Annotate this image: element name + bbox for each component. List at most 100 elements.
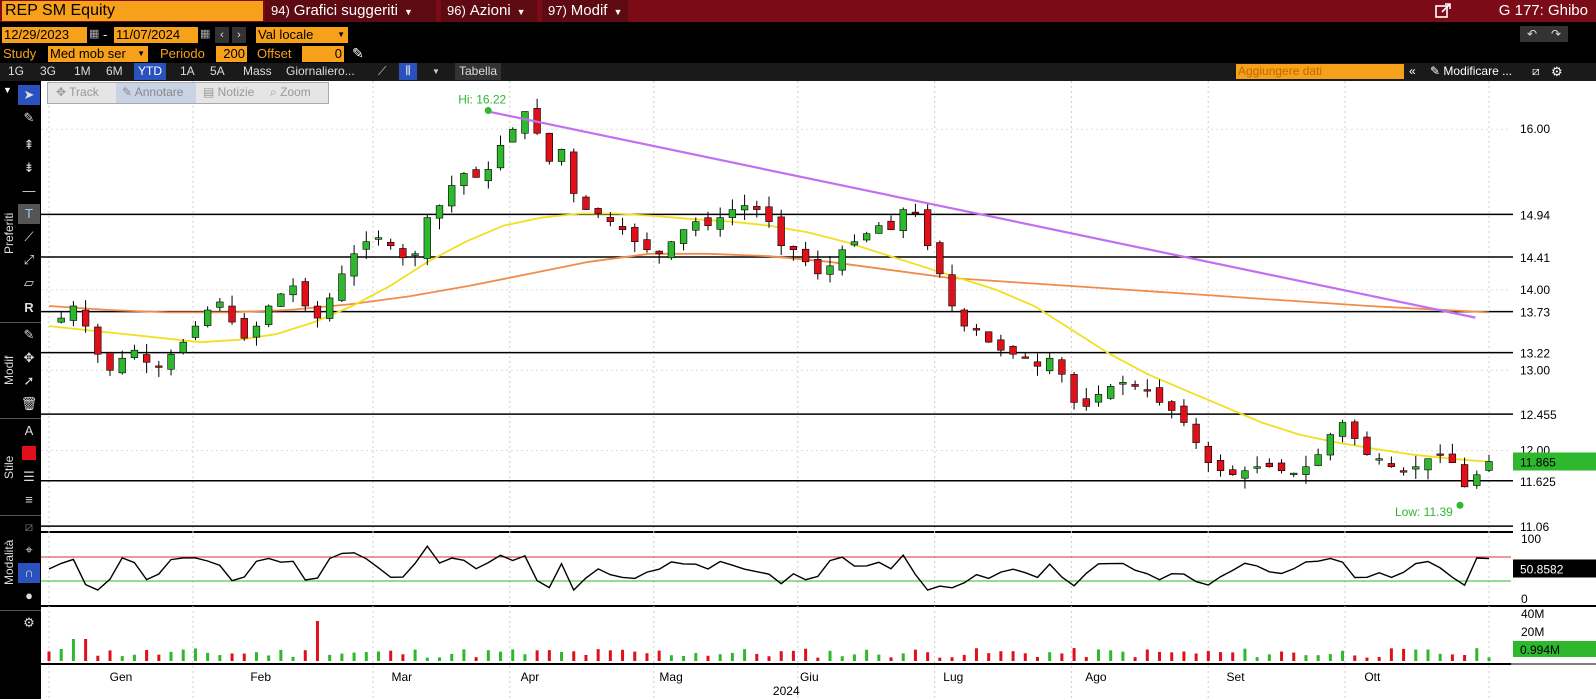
month-label: Apr <box>521 670 540 684</box>
chevron-down-icon: ▼ <box>404 7 413 17</box>
pencil-icon[interactable]: ✎ <box>352 45 364 62</box>
menu-actions[interactable]: 96) Azioni ▼ <box>441 0 537 22</box>
tab-daily[interactable]: Giornaliero... <box>282 63 359 80</box>
annotate-button[interactable]: ✎ Annotare <box>122 85 183 99</box>
redo-icon[interactable]: ↷ <box>1544 26 1568 42</box>
line-style-icon[interactable]: ≡ <box>18 490 40 510</box>
calendar-icon[interactable]: ▦ <box>200 27 210 40</box>
gear-icon[interactable]: ⚙ <box>1551 63 1563 80</box>
volume-bar <box>1402 648 1406 661</box>
color-swatch-icon[interactable] <box>22 446 36 460</box>
edit-icon[interactable]: ✎ <box>18 325 40 345</box>
toolbar-divider <box>0 610 41 611</box>
period-input[interactable]: 200 <box>216 46 247 62</box>
volume-bar <box>950 657 954 661</box>
cursor-icon[interactable]: ➤ <box>18 85 40 105</box>
draw-line-icon[interactable]: ✎ <box>18 108 40 128</box>
offset-input[interactable]: 0 <box>302 46 344 62</box>
palette-icon[interactable]: ● <box>18 586 40 606</box>
volume-bar <box>1304 655 1308 661</box>
regression-icon[interactable]: R <box>18 298 40 318</box>
volume-bar <box>974 648 978 661</box>
currency-select[interactable]: Val locale ▼ <box>256 27 348 43</box>
next-period-button[interactable]: › <box>232 27 246 43</box>
volume-bar <box>279 649 283 661</box>
volume-bar <box>145 649 149 661</box>
candle-up <box>716 217 724 230</box>
candle-down <box>1265 462 1273 468</box>
start-date-input[interactable]: 12/29/2023 <box>2 27 87 43</box>
tab-1m[interactable]: 1M <box>70 63 95 80</box>
candle-down <box>1058 359 1066 375</box>
popout-icon[interactable] <box>1435 3 1451 19</box>
tab-6m[interactable]: 6M <box>102 63 127 80</box>
volume-bar <box>938 657 942 661</box>
candle-down <box>570 151 578 194</box>
price-tick-label: 13.00 <box>1520 363 1550 377</box>
tab-1a[interactable]: 1A <box>176 63 199 80</box>
menu-modify[interactable]: 97) Modif ▼ <box>542 0 628 22</box>
favorites-label: Preferiti <box>2 212 16 254</box>
candle-up <box>521 111 529 134</box>
menu-suggested-charts[interactable]: 94) Grafici suggeriti ▼ <box>265 0 436 22</box>
candlestick-icon[interactable]: ⫼ <box>399 63 417 80</box>
horizontal-line-icon[interactable]: — <box>18 181 40 201</box>
end-date-input[interactable]: 11/07/2024 <box>114 27 198 43</box>
chevron-down-icon[interactable]: ▼ <box>3 85 12 95</box>
candle-down <box>1155 387 1164 403</box>
modify-button[interactable]: ✎ Modificare ... <box>1430 63 1512 80</box>
volume-bar <box>1341 650 1345 661</box>
add-data-input[interactable]: Aggiungere dati <box>1236 64 1404 79</box>
line-chart-icon[interactable]: ⟋ <box>378 63 386 80</box>
text-icon[interactable]: T <box>18 204 40 224</box>
trash-icon[interactable]: 🗑 <box>18 394 40 414</box>
level-label: 11.625 <box>1520 475 1556 489</box>
candle-down <box>704 217 712 226</box>
tab-3g[interactable]: 3G <box>36 63 60 80</box>
fib-ext-icon[interactable]: ⇟ <box>18 158 40 178</box>
select-icon[interactable]: ➚ <box>18 371 40 391</box>
font-icon[interactable]: A <box>18 421 40 441</box>
candle-down <box>472 169 480 178</box>
edit-box-icon[interactable]: ⧄ <box>1532 63 1540 80</box>
move-icon[interactable]: ✥ <box>18 348 40 368</box>
candle-up <box>740 205 749 211</box>
zoom-button[interactable]: ⌕ Zoom <box>270 85 311 100</box>
crosshair-icon[interactable]: ⌖ <box>18 540 40 560</box>
collapse-icon[interactable]: « <box>1409 63 1416 80</box>
calendar-icon[interactable]: ▦ <box>89 27 99 40</box>
tab-ytd[interactable]: YTD <box>134 63 166 80</box>
line-weight-icon[interactable]: ☰ <box>18 467 40 487</box>
settings-gear-icon[interactable]: ⚙ <box>18 613 40 633</box>
tab-1g[interactable]: 1G <box>4 63 28 80</box>
magnet-icon[interactable]: ∩ <box>18 563 40 583</box>
eraser-icon[interactable]: ⧄ <box>18 517 40 537</box>
price-chart[interactable]: 14.9414.4113.7313.2212.45511.62511.06 Hi… <box>41 81 1596 699</box>
high-marker <box>484 107 492 115</box>
undo-icon[interactable]: ↶ <box>1520 26 1544 42</box>
candle-down <box>1204 445 1212 463</box>
trendline-icon[interactable]: ⟋ <box>18 227 40 247</box>
ray-icon[interactable]: ⤢ <box>18 250 40 270</box>
channel-icon[interactable]: ▱ <box>18 273 40 293</box>
table-button[interactable]: Tabella <box>455 63 502 80</box>
month-label: Giu <box>800 670 819 684</box>
tab-5a[interactable]: 5A <box>206 63 229 80</box>
ticker-field[interactable]: REP SM Equity <box>2 1 263 21</box>
candle-down <box>960 309 968 327</box>
volume-bar <box>206 652 210 661</box>
volume-bar <box>1096 649 1100 661</box>
study-select[interactable]: Med mob ser ▼ <box>48 46 148 62</box>
candle-down <box>1192 423 1200 443</box>
prev-period-button[interactable]: ‹ <box>215 27 229 43</box>
volume-panel <box>41 607 1511 663</box>
volume-bar <box>657 650 661 661</box>
volume-bar <box>962 654 966 661</box>
pencil-icon: ✎ <box>1430 64 1441 78</box>
tab-mass[interactable]: Mass <box>239 63 276 80</box>
track-button[interactable]: ✥ Track <box>56 85 99 99</box>
fib-icon[interactable]: ⇞ <box>18 135 40 155</box>
volume-bar <box>1072 648 1076 661</box>
news-button[interactable]: ▤ Notizie <box>203 85 254 99</box>
chevron-down-icon[interactable]: ▼ <box>432 63 440 80</box>
